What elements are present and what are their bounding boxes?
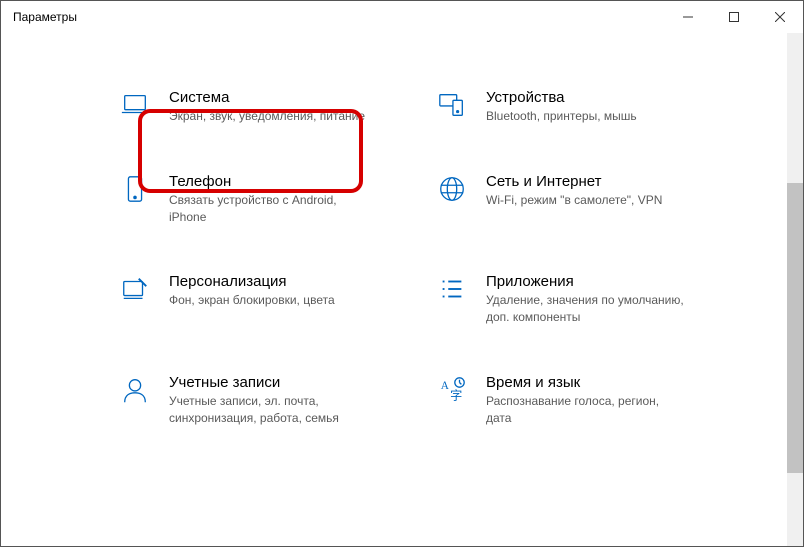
tile-desc: Распознавание голоса, регион, дата bbox=[486, 393, 686, 427]
content-area: Система Экран, звук, уведомления, питани… bbox=[1, 33, 803, 546]
maximize-button[interactable] bbox=[711, 1, 757, 33]
personalization-icon bbox=[119, 273, 151, 305]
tile-title: Персонализация bbox=[169, 273, 416, 290]
apps-icon bbox=[436, 273, 468, 305]
tile-desc: Wi-Fi, режим "в самолете", VPN bbox=[486, 192, 686, 209]
scrollbar-thumb[interactable] bbox=[787, 183, 803, 473]
laptop-icon bbox=[119, 89, 151, 121]
tile-desc: Bluetooth, принтеры, мышь bbox=[486, 108, 686, 125]
tile-title: Телефон bbox=[169, 173, 416, 190]
window-title: Параметры bbox=[13, 10, 77, 24]
tile-desc: Экран, звук, уведомления, питание bbox=[169, 108, 369, 125]
tile-desc: Связать устройство с Android, iPhone bbox=[169, 192, 369, 226]
settings-grid: Система Экран, звук, уведомления, питани… bbox=[1, 33, 803, 427]
tile-title: Система bbox=[169, 89, 416, 106]
tile-desc: Удаление, значения по умолчанию, доп. ко… bbox=[486, 292, 686, 326]
devices-icon bbox=[436, 89, 468, 121]
tile-apps[interactable]: Приложения Удаление, значения по умолчан… bbox=[436, 273, 733, 326]
tile-title: Учетные записи bbox=[169, 374, 416, 391]
titlebar: Параметры bbox=[1, 1, 803, 33]
tile-title: Устройства bbox=[486, 89, 733, 106]
globe-icon bbox=[436, 173, 468, 205]
accounts-icon bbox=[119, 374, 151, 406]
tile-personalization[interactable]: Персонализация Фон, экран блокировки, цв… bbox=[119, 273, 416, 326]
tile-devices[interactable]: Устройства Bluetooth, принтеры, мышь bbox=[436, 89, 733, 125]
scrollbar-track[interactable] bbox=[787, 33, 803, 546]
tile-time[interactable]: A字 Время и язык Распознавание голоса, ре… bbox=[436, 374, 733, 427]
tile-desc: Фон, экран блокировки, цвета bbox=[169, 292, 369, 309]
phone-icon bbox=[119, 173, 151, 205]
time-language-icon: A字 bbox=[436, 374, 468, 406]
tile-system[interactable]: Система Экран, звук, уведомления, питани… bbox=[119, 89, 416, 125]
svg-text:字: 字 bbox=[450, 387, 462, 402]
svg-text:A: A bbox=[441, 380, 450, 392]
tile-title: Приложения bbox=[486, 273, 733, 290]
tile-accounts[interactable]: Учетные записи Учетные записи, эл. почта… bbox=[119, 374, 416, 427]
tile-title: Сеть и Интернет bbox=[486, 173, 733, 190]
tile-desc: Учетные записи, эл. почта, синхронизация… bbox=[169, 393, 369, 427]
tile-network[interactable]: Сеть и Интернет Wi-Fi, режим "в самолете… bbox=[436, 173, 733, 226]
minimize-button[interactable] bbox=[665, 1, 711, 33]
tile-phone[interactable]: Телефон Связать устройство с Android, iP… bbox=[119, 173, 416, 226]
close-button[interactable] bbox=[757, 1, 803, 33]
window-controls bbox=[665, 1, 803, 33]
tile-title: Время и язык bbox=[486, 374, 733, 391]
